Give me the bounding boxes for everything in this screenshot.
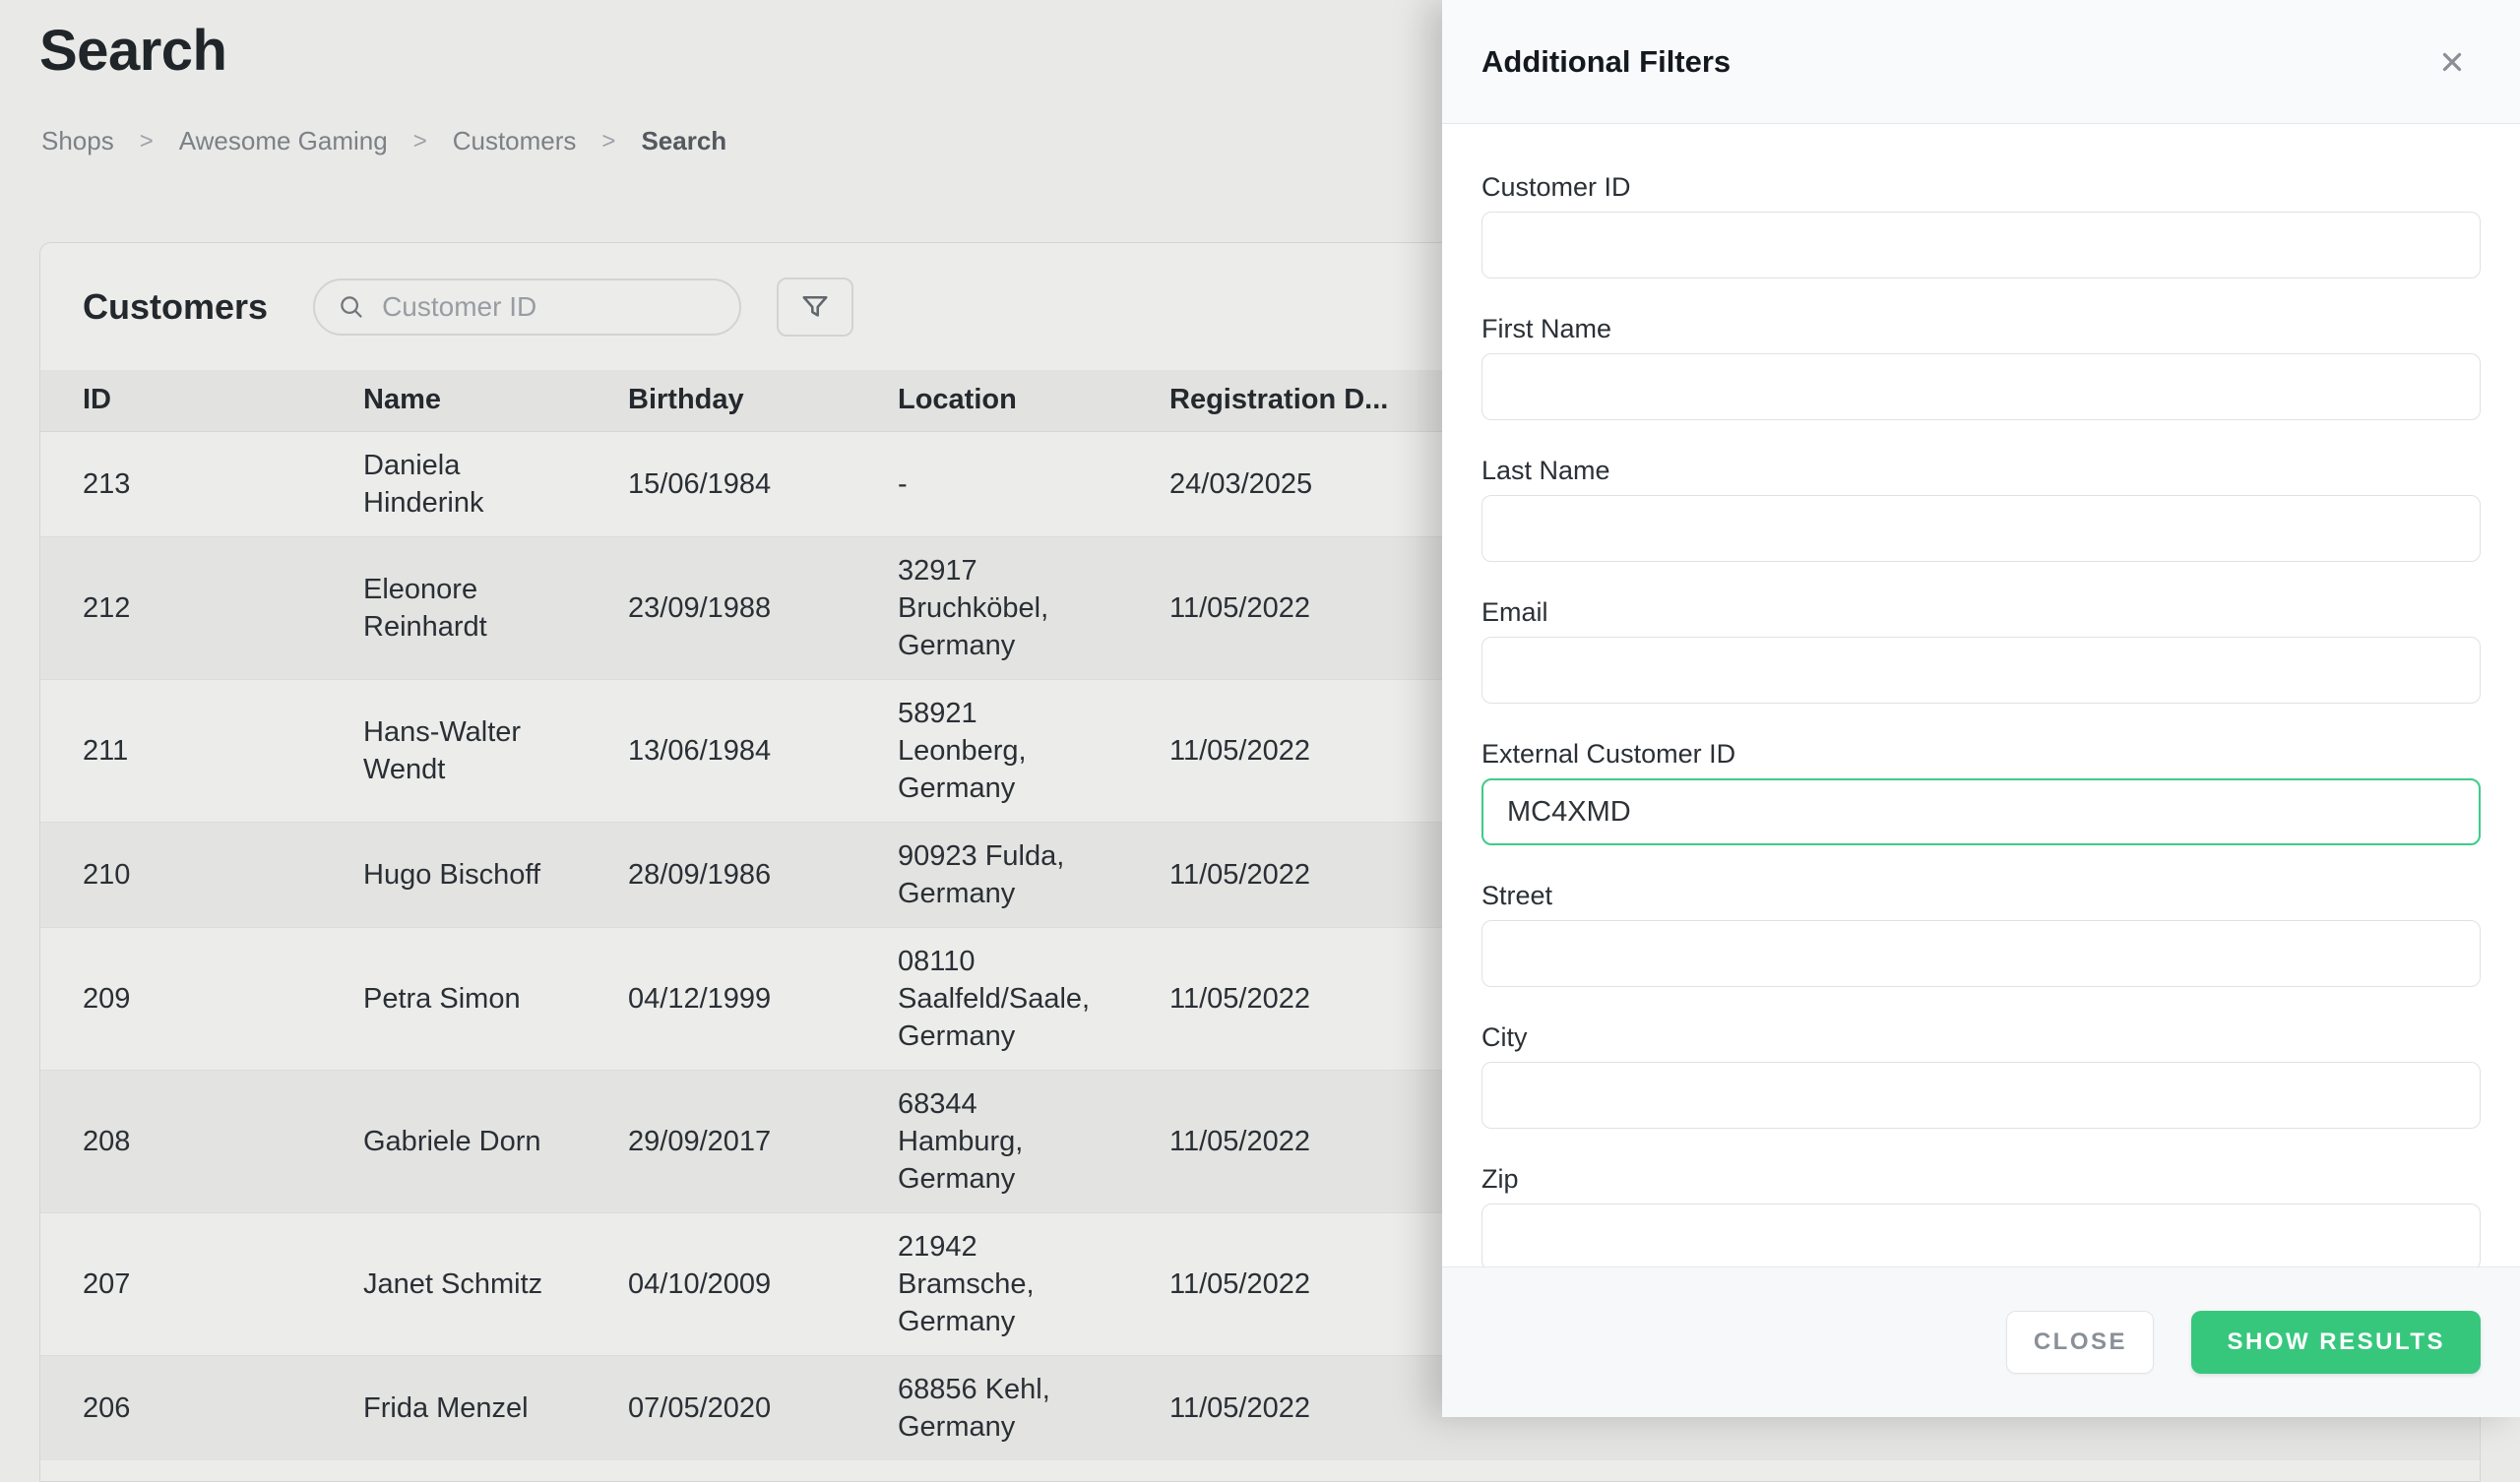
cell-name: Eleonore Reinhardt [363,536,628,679]
additional-filters-title: Additional Filters [1481,44,1731,80]
cell-location: 08110 Saalfeld/Saale, Germany [898,927,1169,1070]
column-header-id[interactable]: ID [40,370,363,431]
cell-id: 213 [40,431,363,536]
filter-field-input[interactable] [1481,212,2481,278]
filter-field-input[interactable] [1481,920,2481,987]
cell-id: 210 [40,822,363,927]
close-icon [2437,47,2467,77]
column-header-name[interactable]: Name [363,370,628,431]
cell-name: Hans-Walter Wendt [363,679,628,822]
cell-birthday: 04/12/1999 [628,927,898,1070]
close-button[interactable]: CLOSE [2006,1311,2154,1374]
filter-field-input[interactable] [1481,637,2481,704]
breadcrumb-separator-icon: > [413,128,427,155]
cell-birthday: 04/10/2009 [628,1212,898,1355]
cell-registration-date: 11/05/2022 [1169,1070,1406,1212]
cell-location: 32917 Bruchköbel, Germany [898,536,1169,679]
filter-field-input[interactable] [1481,495,2481,562]
filter-field: Email [1481,597,2481,704]
filter-field-input[interactable] [1481,1204,2481,1266]
cell-registration-date: 11/05/2022 [1169,822,1406,927]
filter-field: Customer ID [1481,172,2481,278]
breadcrumb-customers[interactable]: Customers [453,126,577,156]
column-header-location[interactable]: Location [898,370,1169,431]
filter-field-label: First Name [1481,314,2481,344]
show-results-button[interactable]: SHOW RESULTS [2191,1311,2481,1374]
cell-id: 208 [40,1070,363,1212]
breadcrumb-separator-icon: > [140,128,154,155]
search-icon [337,292,366,322]
close-panel-button[interactable] [2431,41,2473,83]
page-title: Search [39,18,226,84]
breadcrumb: Shops > Awesome Gaming > Customers > Sea… [41,126,726,156]
cell-name: Hugo Bischoff [363,822,628,927]
customer-id-search-box[interactable] [313,278,741,336]
customer-id-search-input[interactable] [380,290,720,324]
filter-field-label: Last Name [1481,456,2481,486]
cell-birthday: 15/06/1984 [628,431,898,536]
cell-location: - [898,431,1169,536]
cell-location: 90923 Fulda, Germany [898,822,1169,927]
filter-field-label: Email [1481,597,2481,628]
filter-field-input[interactable] [1481,1062,2481,1129]
breadcrumb-search-current: Search [641,126,726,156]
column-header-registration-date[interactable]: Registration D... [1169,370,1406,431]
cell-registration-date: 11/05/2022 [1169,536,1406,679]
additional-filters-footer: CLOSE SHOW RESULTS [1442,1266,2520,1417]
cell-birthday: 23/09/1988 [628,536,898,679]
filter-field: First Name [1481,314,2481,420]
breadcrumb-awesome-gaming[interactable]: Awesome Gaming [179,126,388,156]
filter-field-label: Customer ID [1481,172,2481,203]
filter-field: External Customer ID [1481,739,2481,845]
cell-registration-date: 11/05/2022 [1169,927,1406,1070]
cell-name: Gabriele Dorn [363,1070,628,1212]
cell-id: 209 [40,927,363,1070]
cell-name: Janet Schmitz [363,1212,628,1355]
cell-location: 21942 Bramsche, Germany [898,1212,1169,1355]
filter-field: Street [1481,881,2481,987]
filter-field-input[interactable] [1481,353,2481,420]
additional-filters-header: Additional Filters [1442,0,2520,124]
additional-filters-body: Customer ID First Name Last Name Email E… [1442,124,2520,1266]
cell-name: Frida Menzel [363,1355,628,1460]
funnel-icon [797,289,833,325]
filter-field-label: Street [1481,881,2481,911]
breadcrumb-shops[interactable]: Shops [41,126,114,156]
cell-name: Petra Simon [363,927,628,1070]
cell-id: 212 [40,536,363,679]
customers-card-title: Customers [83,286,268,328]
cell-registration-date: 11/05/2022 [1169,679,1406,822]
cell-id: 207 [40,1212,363,1355]
additional-filters-panel: Additional Filters Customer ID First Nam… [1442,0,2520,1417]
breadcrumb-separator-icon: > [601,128,615,155]
cell-registration-date: 11/05/2022 [1169,1355,1406,1460]
cell-registration-date: 11/05/2022 [1169,1212,1406,1355]
filter-field-label: Zip [1481,1164,2481,1195]
filter-field: Last Name [1481,456,2481,562]
cell-name: Daniela Hinderink [363,431,628,536]
column-header-birthday[interactable]: Birthday [628,370,898,431]
cell-birthday: 28/09/1986 [628,822,898,927]
cell-registration-date: 24/03/2025 [1169,431,1406,536]
filter-field-input[interactable] [1481,778,2481,845]
filter-field: City [1481,1022,2481,1129]
cell-birthday: 29/09/2017 [628,1070,898,1212]
cell-location: 58921 Leonberg, Germany [898,679,1169,822]
cell-location: 68856 Kehl, Germany [898,1355,1169,1460]
cell-birthday: 07/05/2020 [628,1355,898,1460]
filter-field-label: City [1481,1022,2481,1053]
cell-id: 211 [40,679,363,822]
cell-id: 206 [40,1355,363,1460]
filter-field: Zip [1481,1164,2481,1266]
cell-location: 68344 Hamburg, Germany [898,1070,1169,1212]
cell-birthday: 13/06/1984 [628,679,898,822]
filter-button[interactable] [777,278,853,337]
filter-field-label: External Customer ID [1481,739,2481,770]
